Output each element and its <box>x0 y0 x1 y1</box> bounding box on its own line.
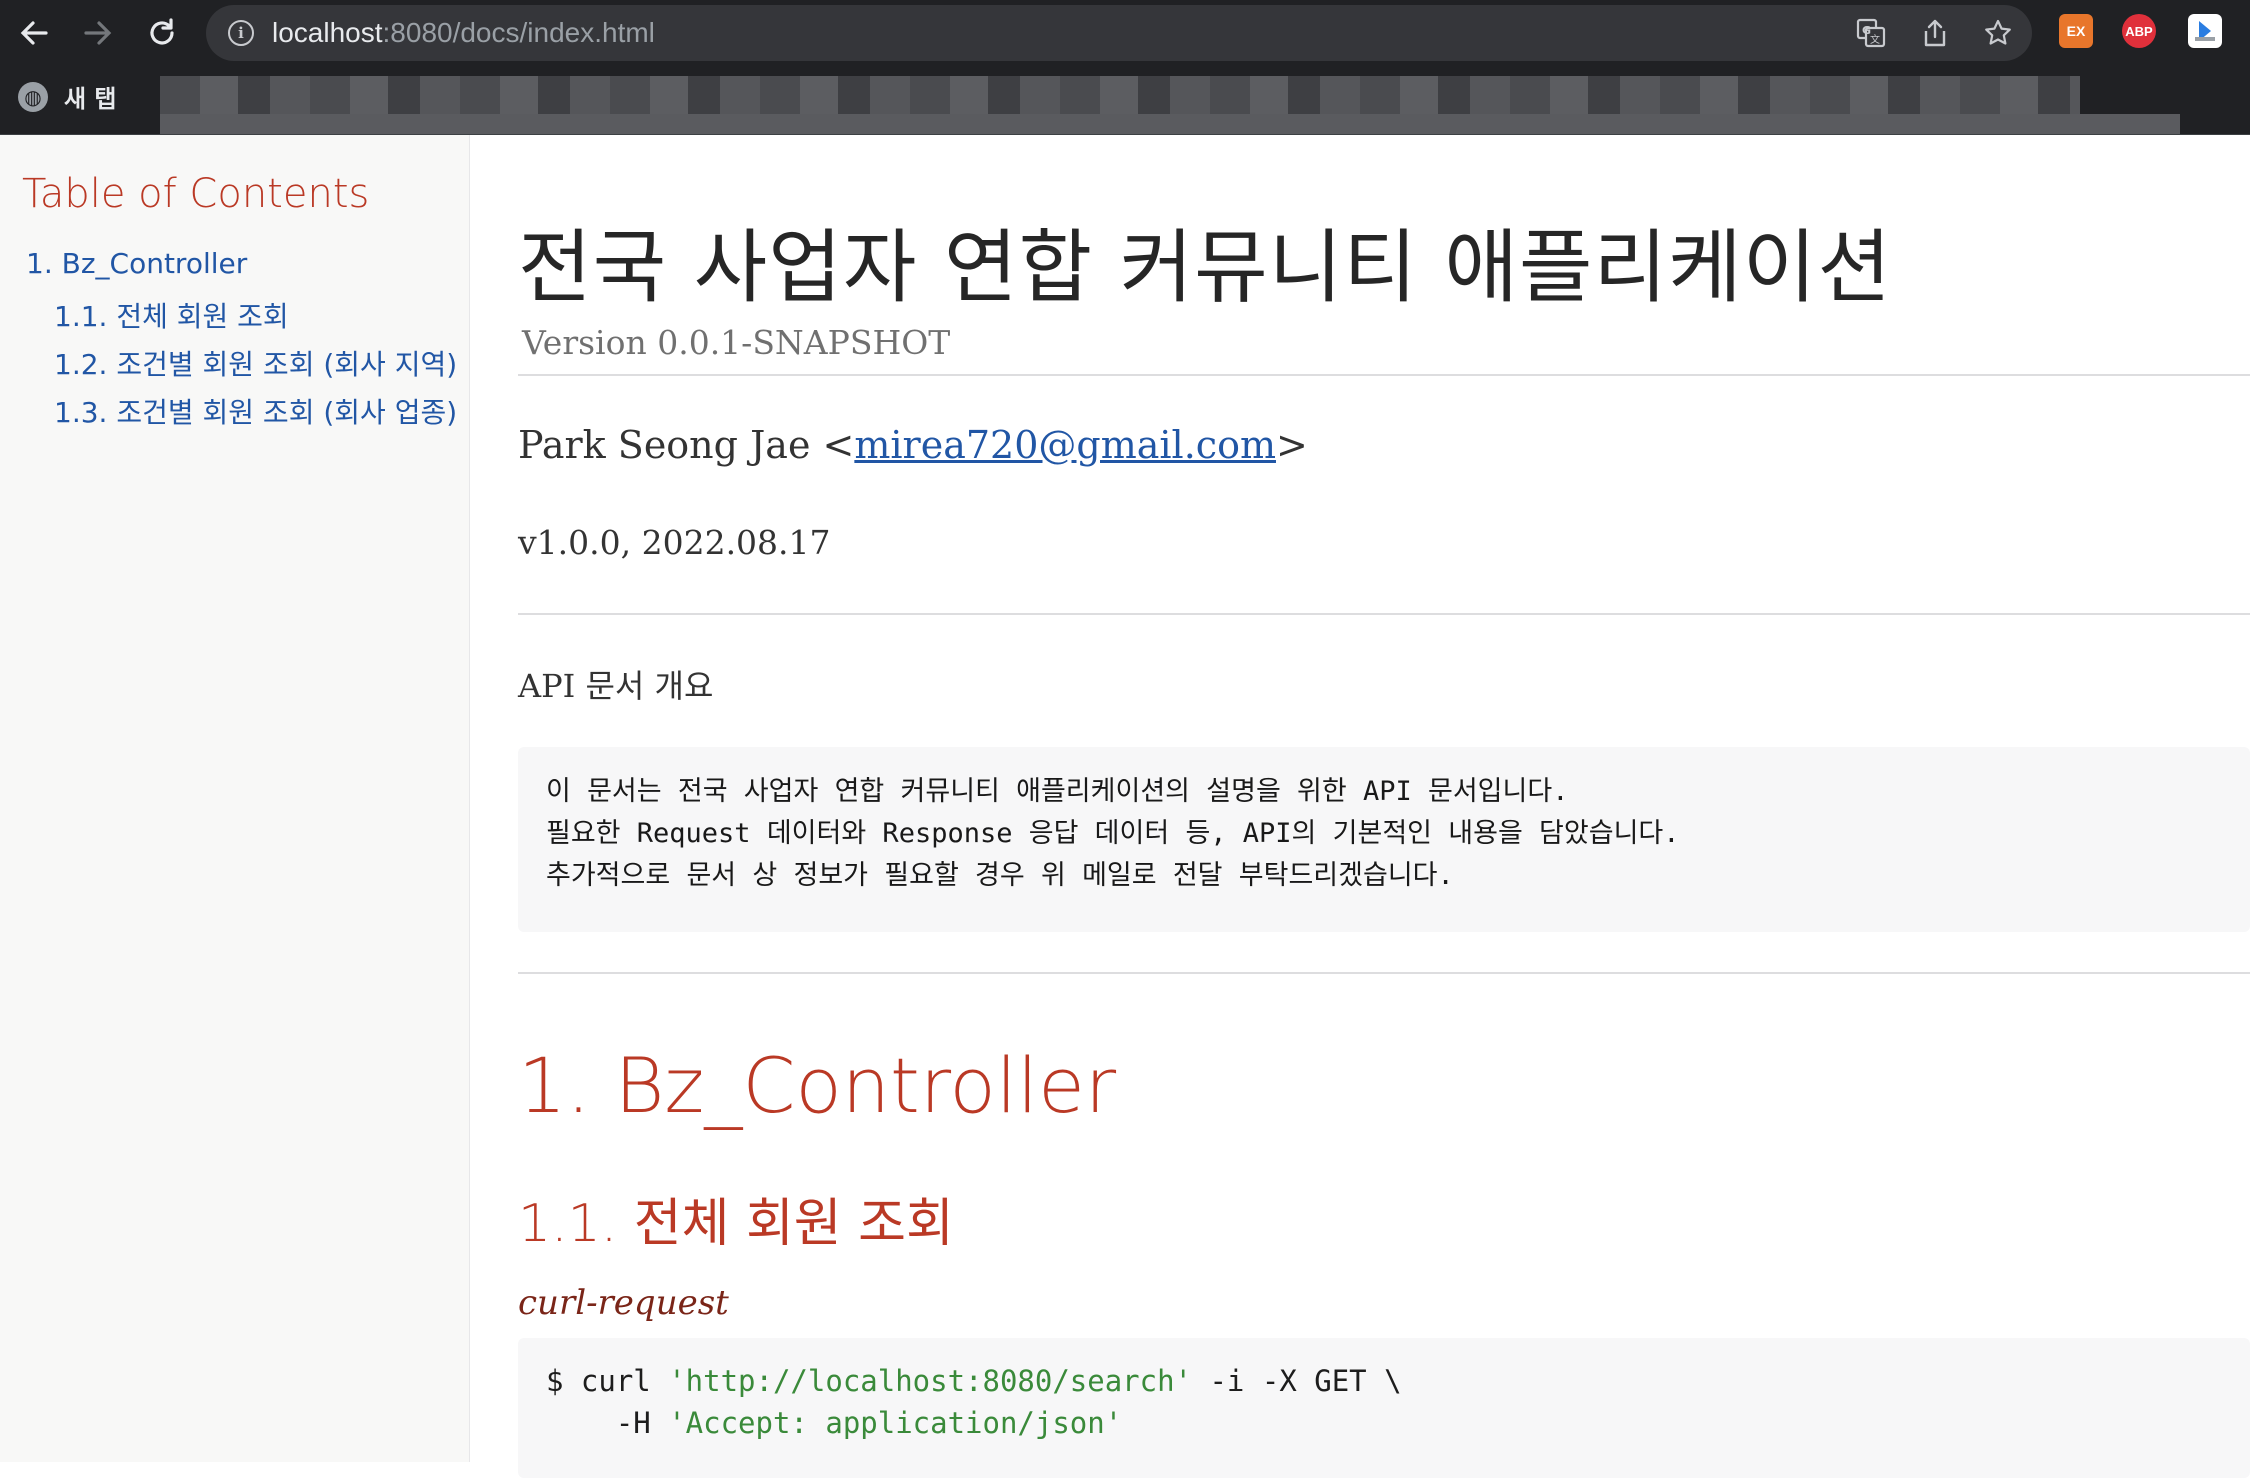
globe-icon: ◍ <box>18 82 48 112</box>
translate-icon[interactable]: G文 <box>1854 16 1888 50</box>
toc-sidebar: Table of Contents 1. Bz_Controller 1.1. … <box>0 135 470 1462</box>
overview-line: 이 문서는 전국 사업자 연합 커뮤니티 애플리케이션의 설명을 위한 API … <box>546 776 1569 807</box>
code-line: -H 'Accept: application/json' <box>546 1406 1123 1440</box>
code-line: $ curl 'http://localhost:8080/search' -i… <box>546 1364 1402 1398</box>
site-info-icon[interactable]: i <box>228 20 254 46</box>
author-email-link[interactable]: mirea720@gmail.com <box>854 423 1276 467</box>
doc-author: Park Seong Jae <mirea720@gmail.com> <box>518 423 1308 467</box>
snippet-title: curl-request <box>518 1283 729 1323</box>
browser-toolbar: i localhost:8080/docs/index.html G文 EX A… <box>0 0 2250 66</box>
extension-image-button[interactable] <box>2188 14 2222 48</box>
overview-line: 추가적으로 문서 상 정보가 필요할 경우 위 메일로 전달 부탁드리겠습니다. <box>546 860 1454 891</box>
svg-text:文: 文 <box>1870 33 1880 46</box>
redacted-bookmarks <box>160 76 2080 116</box>
forward-button[interactable] <box>73 8 123 58</box>
section-title: 1. Bz_Controller <box>518 1041 1117 1130</box>
overview-literal-block: 이 문서는 전국 사업자 연합 커뮤니티 애플리케이션의 설명을 위한 API … <box>518 747 2250 932</box>
star-icon[interactable] <box>1981 16 2015 50</box>
reload-icon <box>150 18 174 45</box>
address-bar[interactable]: i localhost:8080/docs/index.html G文 <box>206 5 2032 61</box>
overview-line: 필요한 Request 데이터와 Response 응답 데이터 등, API의… <box>546 818 1680 849</box>
bookmark-new-tab[interactable]: 새 탭 <box>64 79 117 114</box>
doc-content: 전국 사업자 연합 커뮤니티 애플리케이션 Version 0.0.1-SNAP… <box>470 135 2250 1478</box>
arrow-right-icon <box>84 21 112 45</box>
doc-version: Version 0.0.1-SNAPSHOT <box>522 323 951 362</box>
toc-title: Table of Contents <box>22 171 370 217</box>
doc-revision: v1.0.0, 2022.08.17 <box>518 523 831 562</box>
reload-button[interactable] <box>137 8 187 58</box>
redacted-bookmarks-lower <box>160 114 2180 134</box>
adblock-plus-button[interactable]: ABP <box>2122 14 2156 48</box>
url-text[interactable]: localhost:8080/docs/index.html <box>272 17 655 49</box>
arrow-left-icon <box>20 21 48 45</box>
doc-title: 전국 사업자 연합 커뮤니티 애플리케이션 <box>518 221 1892 314</box>
overview-title: API 문서 개요 <box>518 667 714 705</box>
toc-item-members-by-industry[interactable]: 1.3. 조건별 회원 조회 (회사 업종) <box>54 391 457 431</box>
section-divider <box>518 972 2250 974</box>
extension-ex-button[interactable]: EX <box>2059 14 2093 48</box>
bookmarks-bar: ◍ 새 탭 <box>0 66 2250 135</box>
subsection-title: 1.1. 전체 회원 조회 <box>518 1194 954 1254</box>
toc-item-members-by-region[interactable]: 1.2. 조건별 회원 조회 (회사 지역) <box>54 343 457 383</box>
preamble-divider <box>518 613 2250 615</box>
toc-item-all-members[interactable]: 1.1. 전체 회원 조회 <box>54 295 289 335</box>
curl-request-code-block: $ curl 'http://localhost:8080/search' -i… <box>518 1338 2250 1478</box>
extension-icon <box>2195 21 2215 41</box>
toc-item-bz-controller[interactable]: 1. Bz_Controller <box>26 247 247 280</box>
share-icon[interactable] <box>1918 16 1952 50</box>
back-button[interactable] <box>9 8 59 58</box>
header-divider <box>518 374 2250 376</box>
